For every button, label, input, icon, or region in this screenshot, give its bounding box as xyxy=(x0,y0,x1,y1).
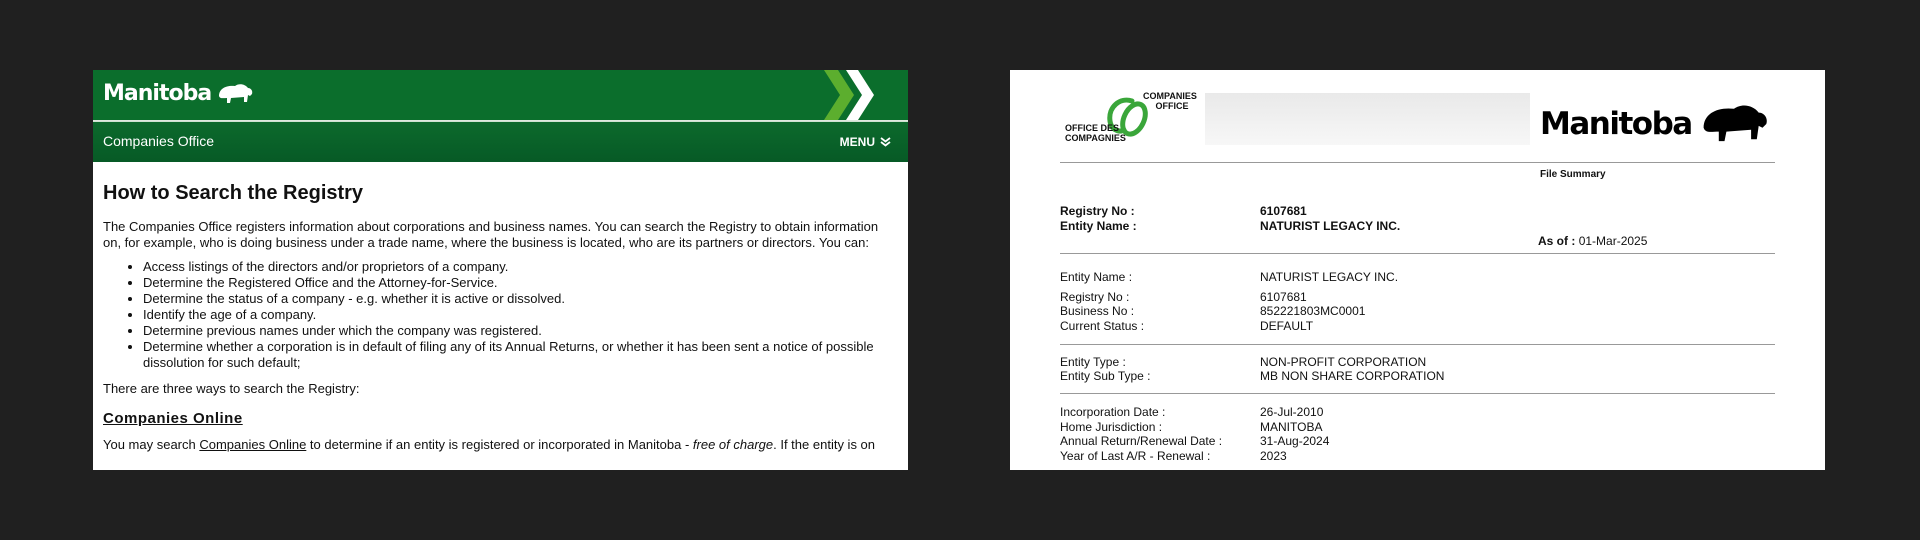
registry-no-value: 6107681 xyxy=(1260,290,1307,304)
entity-name-value: NATURIST LEGACY INC. xyxy=(1260,219,1401,233)
menu-button[interactable]: MENU xyxy=(840,135,891,149)
divider xyxy=(1060,344,1775,345)
list-item: Determine previous names under which the… xyxy=(143,323,898,339)
business-no-label: Business No : xyxy=(1060,304,1135,318)
companies-office-bar: Companies Office MENU xyxy=(93,121,908,162)
entity-type-value: NON-PROFIT CORPORATION xyxy=(1260,355,1427,369)
current-status-value: DEFAULT xyxy=(1260,319,1314,333)
year-last-ar-label: Year of Last A/R - Renewal : xyxy=(1060,449,1211,463)
para-text: You may search xyxy=(103,437,200,452)
companies-online-paragraph: You may search Companies Online to deter… xyxy=(103,437,898,453)
registry-no-value: 6107681 xyxy=(1260,204,1307,218)
list-item: Identify the age of a company. xyxy=(143,307,898,323)
home-jurisdiction-value: MANITOBA xyxy=(1260,420,1323,434)
page-content: How to Search the Registry The Companies… xyxy=(93,182,908,453)
annual-return-date-label: Annual Return/Renewal Date : xyxy=(1060,434,1223,448)
as-of-label: As of : xyxy=(1538,234,1576,248)
entity-name-value: NATURIST LEGACY INC. xyxy=(1260,270,1399,284)
incorporation-date-value: 26-Jul-2010 xyxy=(1260,405,1324,419)
entity-name-label: Entity Name : xyxy=(1060,270,1133,284)
header-band xyxy=(1205,93,1530,145)
bison-icon xyxy=(1703,105,1767,142)
menu-label: MENU xyxy=(839,135,875,149)
registry-no-label: Registry No : xyxy=(1060,290,1130,304)
page-title: How to Search the Registry xyxy=(103,182,364,204)
para-text: . If the entity is on xyxy=(773,437,876,452)
double-chevron-down-icon xyxy=(880,137,891,147)
list-item: Access listings of the directors and/or … xyxy=(143,259,898,275)
companies-office-webpage: Manitoba Companies Office MENU How to Se… xyxy=(93,70,908,470)
home-jurisdiction-label: Home Jurisdiction : xyxy=(1060,420,1163,434)
as-of-date: As of : 01-Mar-2025 xyxy=(1538,234,1647,248)
capabilities-list: Access listings of the directors and/or … xyxy=(103,259,898,371)
companies-online-link[interactable]: Companies Online xyxy=(199,437,306,452)
entity-sub-type-label: Entity Sub Type : xyxy=(1060,369,1151,383)
year-last-ar-value: 2023 xyxy=(1260,449,1287,463)
list-item: Determine whether a corporation is in de… xyxy=(143,339,898,371)
registry-no-label: Registry No : xyxy=(1060,204,1135,218)
entity-sub-type-value: MB NON SHARE CORPORATION xyxy=(1260,369,1445,383)
divider xyxy=(1060,162,1775,163)
free-of-charge-text: free of charge xyxy=(692,437,774,452)
section-title[interactable]: Companies Office xyxy=(103,133,214,149)
incorporation-date-label: Incorporation Date : xyxy=(1060,405,1166,419)
list-item: Determine the status of a company - e.g.… xyxy=(143,291,898,307)
manitoba-logo[interactable]: Manitoba xyxy=(103,81,255,106)
entity-type-label: Entity Type : xyxy=(1060,355,1126,369)
document-header: COMPANIES OFFICE OFFICE DES COMPAGNIES Ma… xyxy=(1060,91,1775,147)
companies-office-logo: COMPANIES OFFICE OFFICE DES COMPAGNIES xyxy=(1060,91,1205,145)
three-ways-text: There are three ways to search the Regis… xyxy=(103,381,360,396)
as-of-value: 01-Mar-2025 xyxy=(1578,234,1648,248)
divider xyxy=(1060,393,1775,394)
chevron-decoration-icon xyxy=(824,70,874,120)
manitoba-header: Manitoba xyxy=(93,70,908,121)
office-des-compagnies-text: OFFICE DES COMPAGNIES xyxy=(1065,123,1126,143)
entity-name-label: Entity Name : xyxy=(1060,219,1137,233)
divider xyxy=(1060,253,1775,254)
file-summary-document: COMPANIES OFFICE OFFICE DES COMPAGNIES Ma… xyxy=(1010,70,1825,470)
manitoba-wordmark-text: Manitoba xyxy=(1540,106,1693,142)
current-status-label: Current Status : xyxy=(1060,319,1145,333)
list-item: Determine the Registered Office and the … xyxy=(143,275,898,291)
intro-paragraph: The Companies Office registers informati… xyxy=(103,219,879,250)
para-text: to determine if an entity is registered … xyxy=(306,437,693,452)
manitoba-logo-text: Manitoba xyxy=(103,81,212,106)
business-no-value: 852221803MC0001 xyxy=(1260,304,1366,318)
file-summary-title: File Summary xyxy=(1540,169,1606,180)
bison-icon xyxy=(219,83,253,103)
manitoba-wordmark: Manitoba xyxy=(1540,101,1772,147)
companies-online-heading: Companies Online xyxy=(103,410,243,427)
annual-return-date-value: 31-Aug-2024 xyxy=(1260,434,1330,448)
companies-office-text: COMPANIES OFFICE xyxy=(1143,91,1197,111)
